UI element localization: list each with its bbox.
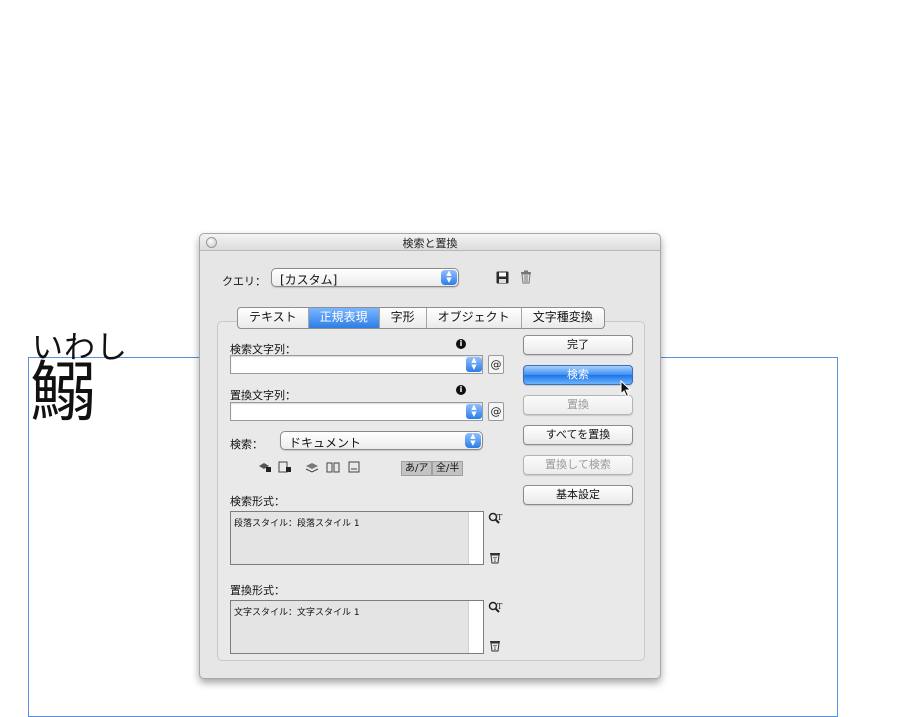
change-format-label: 置換形式： — [230, 584, 285, 597]
document-kanji: 鰯 — [30, 354, 96, 431]
hidden-layers-icon[interactable] — [305, 461, 319, 476]
scrollbar[interactable] — [468, 601, 483, 653]
locked-layers-icon[interactable] — [258, 461, 272, 476]
search-scope-value: ドキュメント — [289, 436, 362, 450]
updown-arrows-icon[interactable]: ▲ ▼ — [466, 404, 482, 419]
query-value: [カスタム] — [280, 273, 338, 287]
info-icon: i — [456, 339, 466, 349]
footnotes-icon[interactable] — [347, 461, 361, 476]
width-sensitive-toggle[interactable]: 全/半 — [432, 461, 464, 476]
change-format-value: 文字スタイル：文字スタイル 1 — [234, 608, 360, 618]
locked-stories-icon[interactable] — [278, 461, 292, 476]
dialog-title: 検索と置換 — [402, 237, 458, 250]
updown-arrows-icon[interactable]: ▲ ▼ — [466, 357, 482, 372]
specify-find-format-icon[interactable]: T — [487, 511, 503, 527]
change-button[interactable]: 置換 — [523, 395, 633, 415]
mouse-cursor-icon — [620, 379, 632, 402]
find-what-input[interactable]: ▲ ▼ — [230, 355, 483, 374]
tab-text[interactable]: テキスト — [238, 308, 308, 328]
change-format-box[interactable]: 文字スタイル：文字スタイル 1 — [230, 600, 484, 654]
tab-transliterate[interactable]: 文字種変換 — [520, 308, 604, 328]
svg-text:T: T — [493, 645, 497, 652]
find-format-label: 検索形式： — [230, 495, 285, 508]
kana-sensitive-toggle[interactable]: あ/ア — [401, 461, 433, 476]
save-query-icon[interactable] — [494, 269, 510, 285]
clear-find-format-icon[interactable]: T — [487, 549, 503, 565]
find-button[interactable]: 検索 — [523, 365, 633, 385]
query-label: クエリ： — [222, 275, 266, 288]
change-to-label: 置換文字列： — [230, 389, 296, 402]
change-all-button[interactable]: すべてを置換 — [523, 425, 633, 445]
svg-text:T: T — [497, 602, 503, 611]
search-scope-select[interactable]: ドキュメント ▲ ▼ — [280, 431, 483, 450]
info-icon: i — [456, 385, 466, 395]
special-chars-find-button[interactable]: @ — [488, 355, 504, 374]
updown-arrows-icon: ▲ ▼ — [465, 433, 481, 448]
scrollbar[interactable] — [468, 512, 483, 564]
change-to-input[interactable]: ▲ ▼ — [230, 402, 483, 421]
find-format-value: 段落スタイル：段落スタイル 1 — [234, 519, 360, 529]
special-chars-change-button[interactable]: @ — [488, 402, 504, 421]
mode-tabs: テキスト 正規表現 字形 オブジェクト 文字種変換 — [237, 307, 605, 329]
svg-text:T: T — [493, 557, 497, 564]
svg-text:T: T — [497, 513, 503, 522]
title-bar[interactable]: 検索と置換 — [200, 234, 660, 251]
tab-glyph[interactable]: 字形 — [378, 308, 426, 328]
basic-settings-button[interactable]: 基本設定 — [523, 485, 633, 505]
specify-change-format-icon[interactable]: T — [487, 600, 503, 616]
query-select[interactable]: [カスタム] ▲ ▼ — [271, 268, 459, 287]
find-format-box[interactable]: 段落スタイル：段落スタイル 1 — [230, 511, 484, 565]
master-pages-icon[interactable] — [326, 461, 340, 476]
delete-query-icon[interactable] — [518, 269, 534, 285]
done-button[interactable]: 完了 — [523, 335, 633, 355]
find-change-dialog: 検索と置換 クエリ： [カスタム] ▲ ▼ テキスト 正規表現 字形 オブジェクト… — [199, 233, 661, 679]
updown-arrows-icon: ▲ ▼ — [441, 270, 457, 285]
clear-change-format-icon[interactable]: T — [487, 637, 503, 653]
tab-object[interactable]: オブジェクト — [425, 308, 521, 328]
change-find-button[interactable]: 置換して検索 — [523, 455, 633, 475]
tab-grep[interactable]: 正規表現 — [307, 308, 379, 328]
search-scope-label: 検索： — [230, 438, 263, 451]
